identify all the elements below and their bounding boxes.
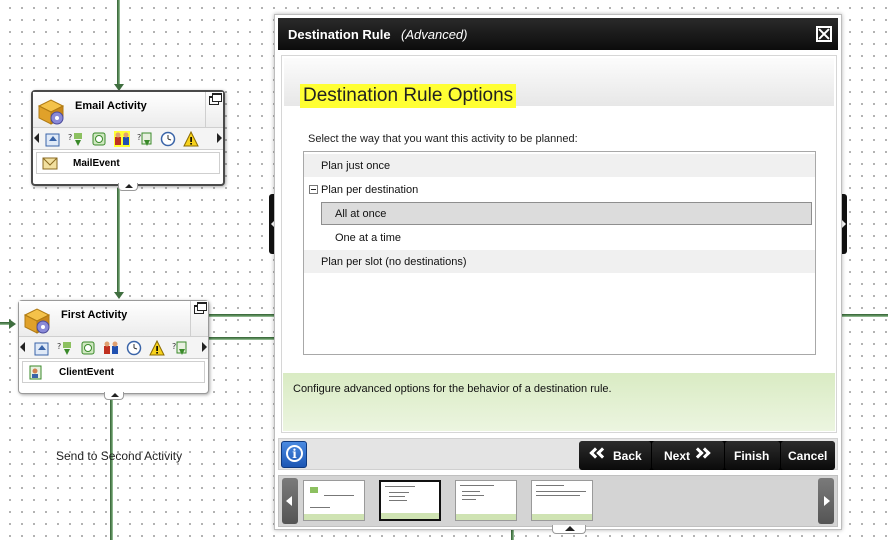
decision-arrow-icon[interactable]: ? bbox=[57, 340, 73, 356]
planning-options-tree: Plan just once Plan per destination All … bbox=[303, 151, 816, 355]
clock-icon[interactable] bbox=[160, 131, 176, 147]
home-node-icon[interactable] bbox=[45, 131, 61, 147]
connector-middle bbox=[117, 188, 120, 294]
activity-first[interactable]: First Activity ? ? ClientEvent bbox=[18, 300, 209, 400]
wizard-title: Destination Rule bbox=[288, 27, 391, 42]
event-label: MailEvent bbox=[73, 158, 120, 169]
activity-title: Email Activity bbox=[75, 100, 147, 112]
option-plan-per-destination[interactable]: Plan per destination bbox=[304, 178, 815, 201]
mail-icon bbox=[42, 157, 58, 170]
warning-icon[interactable] bbox=[149, 340, 165, 356]
client-event-icon bbox=[29, 365, 42, 380]
wizard-subtitle: (Advanced) bbox=[401, 27, 468, 42]
activity-toolbar: ? ? bbox=[19, 337, 208, 359]
finish-button[interactable]: Finish bbox=[725, 441, 780, 470]
finish-label: Finish bbox=[734, 449, 770, 463]
activity-event[interactable]: MailEvent bbox=[36, 152, 220, 174]
step-thumbnail[interactable] bbox=[531, 480, 593, 521]
escalation-icon[interactable]: ? bbox=[172, 340, 188, 356]
back-label: Back bbox=[613, 449, 642, 463]
svg-text:?: ? bbox=[68, 133, 72, 142]
activity-title: First Activity bbox=[61, 309, 128, 321]
option-plan-per-slot[interactable]: Plan per slot (no destinations) bbox=[304, 250, 815, 273]
next-label: Next bbox=[664, 449, 691, 463]
step-thumbnail-strip bbox=[278, 475, 838, 527]
connector-right-2 bbox=[209, 337, 275, 340]
step-thumbnail[interactable] bbox=[455, 480, 517, 521]
collapse-icon[interactable] bbox=[309, 185, 318, 194]
destination-rule-wizard: Destination Rule (Advanced) Destination … bbox=[274, 14, 842, 534]
activity-event[interactable]: ClientEvent bbox=[22, 361, 205, 383]
cancel-label: Cancel bbox=[788, 449, 828, 463]
next-chevron-icon bbox=[699, 447, 711, 459]
step-thumbnail[interactable] bbox=[379, 480, 441, 521]
connector-right-1 bbox=[209, 314, 275, 317]
activity-email[interactable]: Email Activity ? ? MailEvent bbox=[31, 90, 225, 191]
activity-package-icon bbox=[23, 308, 51, 334]
maximize-icon[interactable] bbox=[190, 301, 208, 337]
collapse-handle[interactable] bbox=[103, 392, 124, 400]
event-label: ClientEvent bbox=[59, 367, 115, 378]
option-label: Plan per slot (no destinations) bbox=[321, 256, 467, 268]
destination-rule-icon[interactable] bbox=[114, 131, 130, 147]
option-all-at-once[interactable]: All at once bbox=[321, 202, 812, 225]
connector-arrow bbox=[114, 292, 124, 299]
svg-text:?: ? bbox=[57, 342, 61, 351]
connector-top bbox=[117, 0, 120, 86]
thumbnail-scroll-right-icon[interactable] bbox=[818, 478, 834, 524]
connector-arrow bbox=[9, 319, 16, 329]
svg-text:?: ? bbox=[172, 342, 176, 351]
schedule-icon[interactable] bbox=[80, 340, 96, 356]
schedule-icon[interactable] bbox=[91, 131, 107, 147]
activity-package-icon bbox=[37, 99, 65, 125]
toolbar-scroll-left-icon[interactable] bbox=[34, 133, 39, 143]
thumbnail-collapse-handle[interactable] bbox=[552, 525, 586, 534]
activity-header: First Activity bbox=[19, 301, 208, 337]
connector-far-right bbox=[842, 314, 888, 317]
wizard-buttons: Back Next Finish Cancel bbox=[579, 441, 835, 470]
info-icon: i bbox=[286, 445, 303, 462]
home-node-icon[interactable] bbox=[34, 340, 50, 356]
option-label: All at once bbox=[335, 208, 387, 220]
option-label: One at a time bbox=[335, 232, 402, 244]
svg-text:?: ? bbox=[137, 133, 141, 142]
activity-toolbar: ? ? bbox=[33, 128, 223, 150]
section-title: Destination Rule Options bbox=[300, 84, 517, 108]
description-panel: Configure advanced options for the behav… bbox=[283, 373, 835, 431]
wizard-title-bar: Destination Rule (Advanced) bbox=[278, 18, 838, 50]
connector-bottom bbox=[110, 394, 113, 540]
connector-label: Send to Second Activity bbox=[56, 449, 183, 463]
wizard-navigation-bar: i Back Next Finish Cancel bbox=[278, 438, 838, 470]
description-text: Configure advanced options for the behav… bbox=[293, 383, 612, 395]
cancel-button[interactable]: Cancel bbox=[781, 441, 835, 470]
close-icon[interactable] bbox=[816, 26, 832, 42]
option-label: Plan per destination bbox=[321, 184, 419, 196]
step-thumbnail[interactable] bbox=[303, 480, 365, 521]
activity-header: Email Activity bbox=[33, 92, 223, 128]
option-one-at-a-time[interactable]: One at a time bbox=[304, 226, 815, 249]
warning-icon[interactable] bbox=[183, 131, 199, 147]
maximize-icon[interactable] bbox=[205, 92, 223, 128]
section-header: Destination Rule Options bbox=[284, 58, 834, 108]
next-button[interactable]: Next bbox=[652, 441, 724, 470]
option-label: Plan just once bbox=[321, 160, 391, 172]
toolbar-scroll-right-icon[interactable] bbox=[217, 133, 222, 143]
option-plan-just-once[interactable]: Plan just once bbox=[304, 154, 815, 177]
wizard-body: Destination Rule Options Select the way … bbox=[281, 55, 837, 433]
escalation-icon[interactable]: ? bbox=[137, 131, 153, 147]
info-button[interactable]: i bbox=[281, 441, 307, 468]
planning-prompt: Select the way that you want this activi… bbox=[308, 133, 578, 145]
toolbar-scroll-right-icon[interactable] bbox=[202, 342, 207, 352]
clock-icon[interactable] bbox=[126, 340, 142, 356]
back-chevron-icon bbox=[596, 447, 608, 459]
collapse-handle[interactable] bbox=[118, 183, 138, 191]
toolbar-scroll-left-icon[interactable] bbox=[20, 342, 25, 352]
decision-arrow-icon[interactable]: ? bbox=[68, 131, 84, 147]
thumbnail-scroll-left-icon[interactable] bbox=[282, 478, 298, 524]
back-button[interactable]: Back bbox=[579, 441, 651, 470]
destination-rule-icon[interactable] bbox=[103, 340, 119, 356]
